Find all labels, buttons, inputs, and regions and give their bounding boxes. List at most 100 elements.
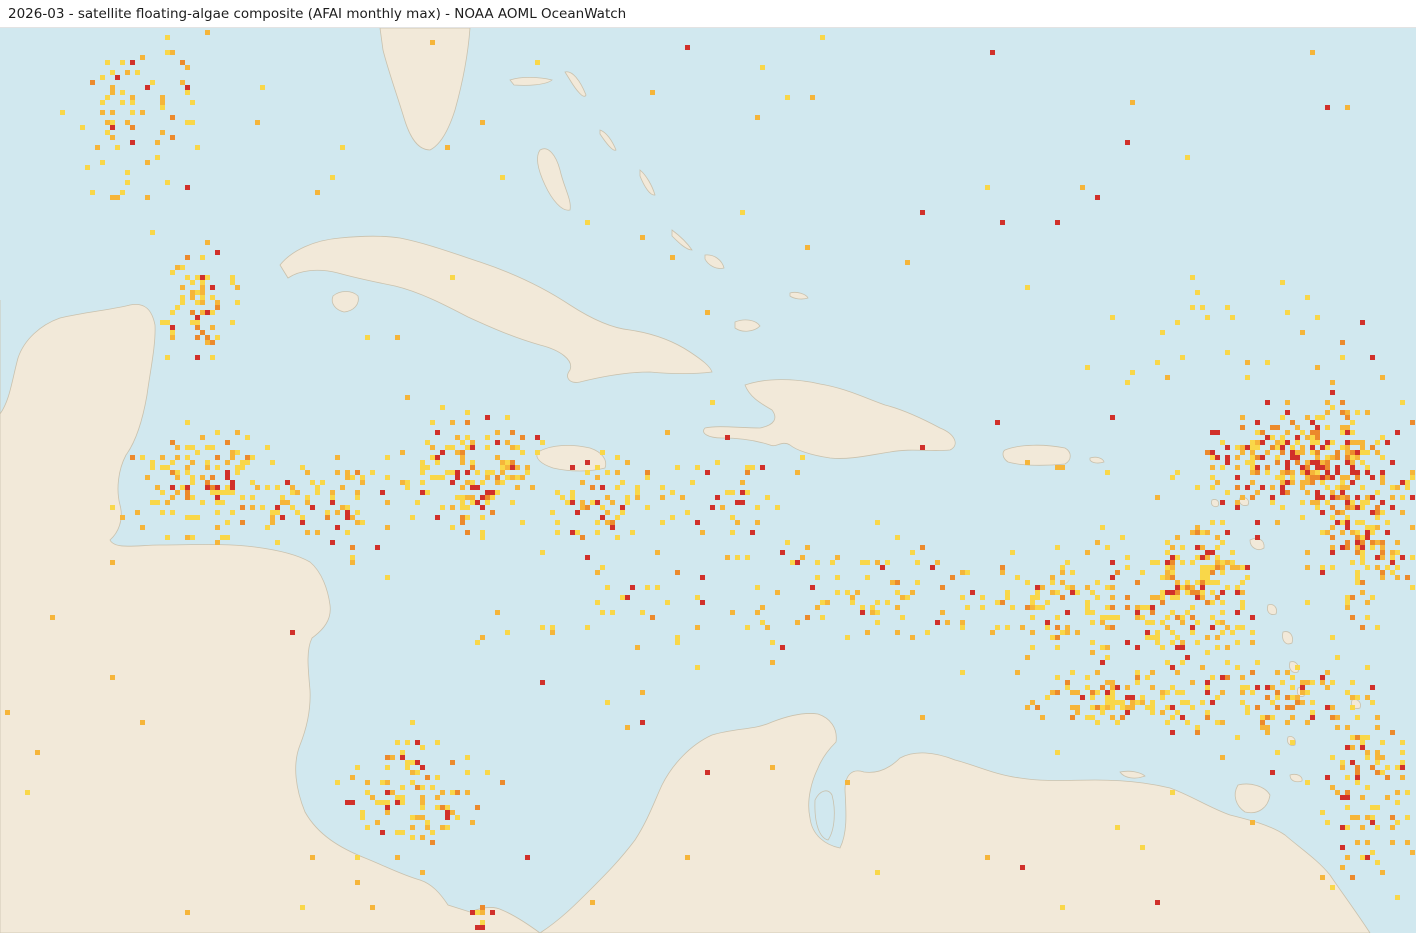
- algae-pixel: [1190, 680, 1195, 685]
- algae-pixel: [745, 625, 750, 630]
- algae-pixel: [1250, 640, 1255, 645]
- algae-pixel: [1160, 330, 1165, 335]
- algae-pixel: [1090, 590, 1095, 595]
- algae-pixel: [1320, 530, 1325, 535]
- algae-pixel: [320, 480, 325, 485]
- algae-pixel: [585, 505, 590, 510]
- algae-pixel: [1150, 620, 1155, 625]
- algae-pixel: [300, 520, 305, 525]
- algae-pixel: [1360, 560, 1365, 565]
- algae-pixel: [1105, 680, 1110, 685]
- algae-pixel: [660, 485, 665, 490]
- algae-pixel: [1410, 585, 1415, 590]
- algae-pixel: [1355, 455, 1360, 460]
- algae-pixel: [110, 125, 115, 130]
- algae-pixel: [1155, 360, 1160, 365]
- algae-pixel: [420, 835, 425, 840]
- algae-pixel: [185, 485, 190, 490]
- algae-pixel: [1105, 690, 1110, 695]
- algae-pixel: [240, 520, 245, 525]
- algae-pixel: [1335, 465, 1340, 470]
- algae-pixel: [210, 340, 215, 345]
- algae-pixel: [925, 630, 930, 635]
- algae-pixel: [1100, 615, 1105, 620]
- algae-pixel: [1150, 610, 1155, 615]
- algae-pixel: [1275, 425, 1280, 430]
- algae-pixel: [200, 275, 205, 280]
- algae-pixel: [835, 575, 840, 580]
- algae-pixel: [600, 505, 605, 510]
- algae-pixel: [120, 100, 125, 105]
- algae-pixel: [635, 645, 640, 650]
- algae-pixel: [1035, 585, 1040, 590]
- algae-pixel: [1375, 770, 1380, 775]
- algae-pixel: [605, 510, 610, 515]
- algae-pixel: [1355, 775, 1360, 780]
- algae-pixel: [1085, 610, 1090, 615]
- algae-pixel: [460, 495, 465, 500]
- algae-pixel: [705, 470, 710, 475]
- algae-pixel: [1110, 695, 1115, 700]
- algae-pixel: [415, 760, 420, 765]
- algae-pixel: [225, 475, 230, 480]
- algae-pixel: [385, 525, 390, 530]
- algae-pixel: [190, 480, 195, 485]
- algae-pixel: [1250, 455, 1255, 460]
- algae-pixel: [1195, 290, 1200, 295]
- algae-pixel: [300, 905, 305, 910]
- algae-pixel: [1390, 495, 1395, 500]
- algae-pixel: [1210, 615, 1215, 620]
- algae-pixel: [1250, 480, 1255, 485]
- algae-pixel: [670, 490, 675, 495]
- algae-pixel: [575, 530, 580, 535]
- algae-pixel: [940, 610, 945, 615]
- algae-pixel: [1275, 705, 1280, 710]
- algae-pixel: [1225, 560, 1230, 565]
- algae-pixel: [1135, 645, 1140, 650]
- algae-pixel: [485, 500, 490, 505]
- algae-pixel: [1350, 615, 1355, 620]
- algae-pixel: [800, 555, 805, 560]
- algae-pixel: [285, 500, 290, 505]
- algae-pixel: [1170, 590, 1175, 595]
- algae-pixel: [1330, 680, 1335, 685]
- algae-pixel: [180, 295, 185, 300]
- algae-pixel: [1300, 485, 1305, 490]
- algae-pixel: [1270, 495, 1275, 500]
- map-canvas[interactable]: [0, 28, 1416, 933]
- algae-pixel: [685, 510, 690, 515]
- algae-pixel: [1325, 410, 1330, 415]
- algae-pixel: [770, 640, 775, 645]
- algae-pixel: [1310, 680, 1315, 685]
- algae-pixel: [750, 530, 755, 535]
- algae-pixel: [395, 740, 400, 745]
- algae-pixel: [1355, 505, 1360, 510]
- algae-pixel: [1055, 545, 1060, 550]
- algae-pixel: [1275, 440, 1280, 445]
- algae-pixel: [1395, 540, 1400, 545]
- algae-pixel: [1330, 525, 1335, 530]
- algae-pixel: [165, 320, 170, 325]
- algae-pixel: [1330, 755, 1335, 760]
- algae-pixel: [215, 465, 220, 470]
- algae-pixel: [405, 395, 410, 400]
- algae-pixel: [1175, 555, 1180, 560]
- algae-pixel: [1265, 730, 1270, 735]
- algae-pixel: [110, 70, 115, 75]
- algae-pixel: [1395, 485, 1400, 490]
- algae-pixel: [1290, 450, 1295, 455]
- algae-pixel: [1120, 535, 1125, 540]
- algae-pixel: [170, 460, 175, 465]
- algae-pixel: [1105, 605, 1110, 610]
- algae-pixel: [910, 635, 915, 640]
- algae-pixel: [1210, 475, 1215, 480]
- algae-pixel: [1190, 305, 1195, 310]
- algae-pixel: [1075, 705, 1080, 710]
- algae-pixel: [915, 580, 920, 585]
- algae-pixel: [195, 275, 200, 280]
- algae-pixel: [525, 465, 530, 470]
- algae-pixel: [570, 530, 575, 535]
- algae-pixel: [1205, 570, 1210, 575]
- algae-pixel: [1340, 425, 1345, 430]
- algae-pixel: [360, 480, 365, 485]
